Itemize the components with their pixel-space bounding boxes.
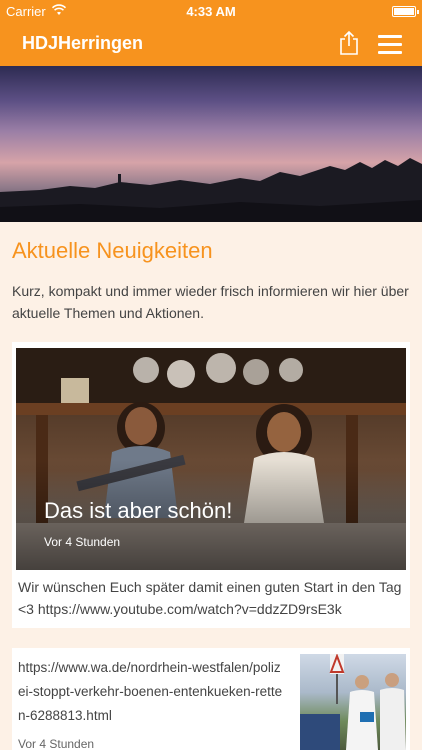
- news-card[interactable]: https://www.wa.de/nordrhein-westfalen/po…: [12, 648, 410, 750]
- nav-bar: HDJHerringen: [0, 22, 422, 66]
- header-image: [0, 66, 422, 222]
- post-thumbnail-image: [300, 654, 406, 750]
- post-thumbnail[interactable]: [300, 654, 406, 750]
- status-bar: Carrier 4:33 AM: [0, 0, 422, 22]
- section-title: Aktuelle Neuigkeiten: [12, 238, 213, 263]
- menu-icon[interactable]: [378, 35, 402, 54]
- post-timestamp: Vor 4 Stunden: [18, 737, 95, 750]
- section-description: Kurz, kompakt und immer wieder frisch in…: [12, 283, 409, 321]
- app-title: HDJHerringen: [22, 33, 144, 53]
- news-card[interactable]: Das ist aber schön! Vor 4 Stunden Wir wü…: [12, 342, 410, 628]
- video-timestamp: Vor 4 Stunden: [44, 535, 121, 549]
- status-time: 4:33 AM: [186, 4, 236, 19]
- post-link[interactable]: https://www.wa.de/nordrhein-westfalen/po…: [18, 656, 288, 728]
- battery-icon: [392, 6, 419, 17]
- share-icon[interactable]: [338, 30, 360, 56]
- video-title: Das ist aber schön!: [44, 498, 233, 523]
- post-text: Wir wünschen Euch später damit einen gut…: [18, 579, 402, 617]
- video-thumbnail[interactable]: Das ist aber schön! Vor 4 Stunden: [16, 348, 406, 570]
